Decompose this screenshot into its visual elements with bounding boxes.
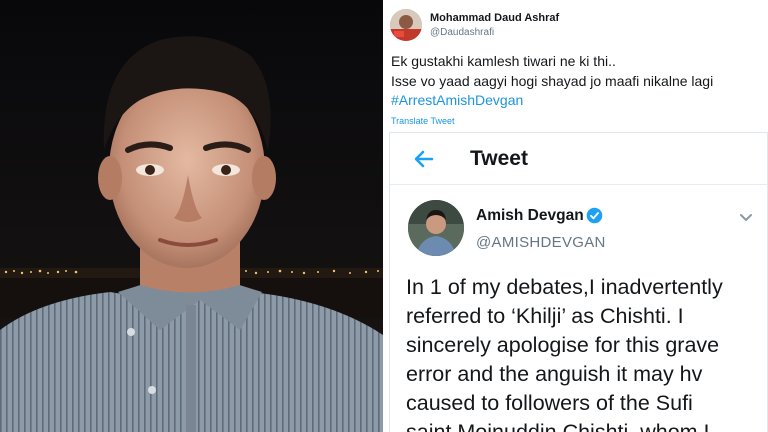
avatar[interactable] xyxy=(390,9,422,41)
embedded-tweet-header: Tweet xyxy=(390,133,767,185)
translate-tweet-link[interactable]: Translate Tweet xyxy=(391,116,455,126)
arrow-left-icon[interactable] xyxy=(412,147,436,171)
author-handle[interactable]: @AMISHDEVGAN xyxy=(476,234,606,251)
embedded-tweet: Tweet Amish Devgan @AMISHDEVGAN In 1 of … xyxy=(389,132,768,432)
author-name[interactable]: Mohammad Daud Ashraf xyxy=(430,12,559,24)
tweet-text-line: referred to ‘Khilji’ as Chishti. I xyxy=(406,304,684,328)
chevron-down-icon[interactable] xyxy=(739,213,753,223)
embedded-tweet-text: In 1 of my debates,I inadvertently refer… xyxy=(406,273,766,432)
hashtag-link[interactable]: #ArrestAmishDevgan xyxy=(391,91,763,111)
avatar[interactable] xyxy=(408,200,464,256)
tweet-text-line: sincerely apologise for this grave xyxy=(406,333,720,357)
tweet-text: Ek gustakhi kamlesh tiwari ne ki thi.. I… xyxy=(391,52,763,111)
outer-tweet-header: Mohammad Daud Ashraf @Daudashrafi xyxy=(387,6,768,46)
tweet-text-line: saint Moinuddin Chishti, whom I xyxy=(406,420,710,432)
tweet-text-line: Isse vo yaad aagyi hogi shayad jo maafi … xyxy=(391,72,714,89)
page-title: Tweet xyxy=(470,147,528,170)
tweet-text-line: Ek gustakhi kamlesh tiwari ne ki thi.. xyxy=(391,53,616,69)
author-name[interactable]: Amish Devgan xyxy=(476,207,584,225)
author-handle[interactable]: @Daudashrafi xyxy=(430,27,494,38)
tweet-screenshot: Mohammad Daud Ashraf @Daudashrafi Ek gus… xyxy=(387,0,768,432)
verified-badge-icon xyxy=(586,207,603,224)
tweet-text-line: In 1 of my debates,I inadvertently xyxy=(406,275,723,299)
tweet-text-line: error and the anguish it may hv xyxy=(406,362,703,386)
tweet-text-line: caused to followers of the Sufi xyxy=(406,391,693,415)
portrait-photo xyxy=(0,0,383,432)
